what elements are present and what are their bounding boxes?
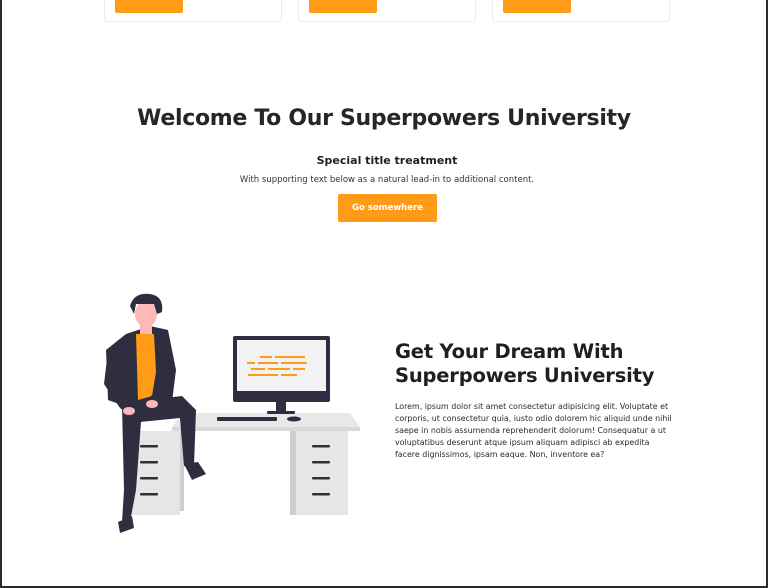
welcome-title: Welcome To Our Superpowers University: [137, 106, 631, 131]
course-card: [104, 0, 282, 22]
course-card-button[interactable]: [309, 0, 377, 13]
page: Welcome To Our Superpowers University Sp…: [2, 0, 766, 586]
person-at-desk-illustration: [104, 293, 360, 533]
computer-monitor-icon: [233, 336, 330, 414]
course-card-button[interactable]: [115, 0, 183, 13]
card-text: With supporting text below as a natural …: [239, 175, 535, 185]
card-title: Special title treatment: [316, 154, 458, 167]
right-drawer-cabinet: [296, 431, 348, 515]
feature-title-line-1: Get Your Dream With: [395, 340, 624, 363]
desk-edge: [172, 427, 360, 431]
course-card: [298, 0, 476, 22]
feature-body-text: Lorem, ipsum dolor sit amet consectetur …: [395, 402, 672, 460]
go-somewhere-button[interactable]: Go somewhere: [338, 194, 437, 222]
feature-title: Get Your Dream With Superpowers Universi…: [395, 340, 695, 388]
course-card-button[interactable]: [503, 0, 571, 13]
course-card: [492, 0, 670, 22]
mouse-icon: [287, 416, 301, 422]
feature-title-line-2: Superpowers University: [395, 364, 655, 387]
keyboard-icon: [217, 417, 277, 421]
